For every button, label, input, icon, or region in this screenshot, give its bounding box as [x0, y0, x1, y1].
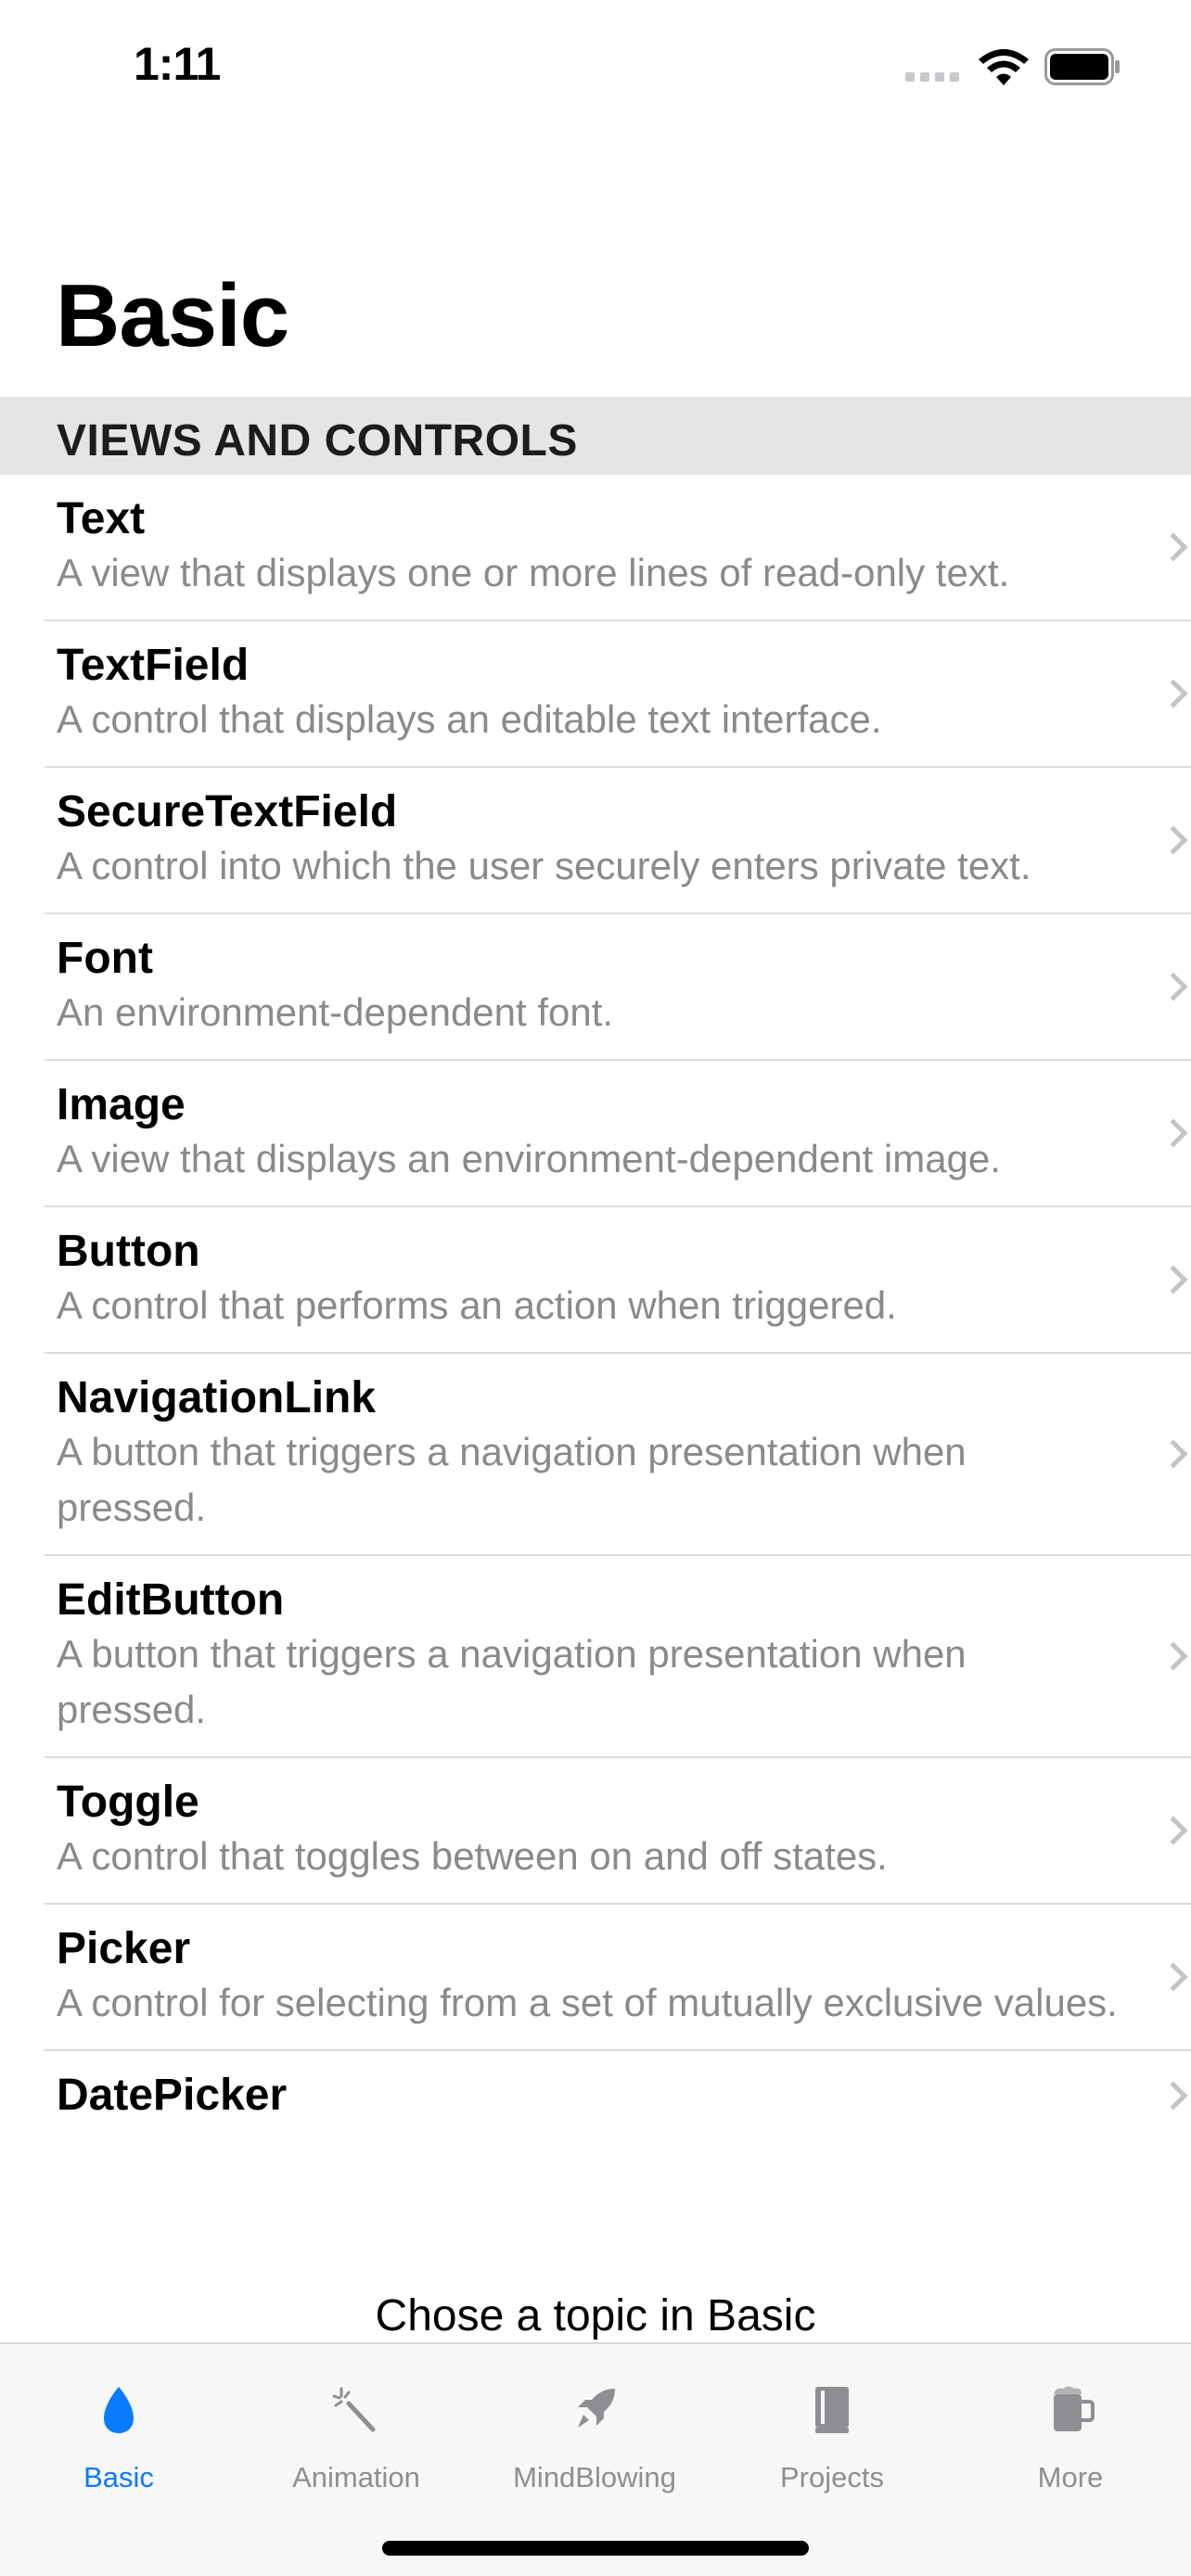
- screen: 1:11 Basic VIEWS AND CONTROLS Text A view…: [0, 0, 1191, 2576]
- list-item-title: Toggle: [57, 1778, 199, 1827]
- list-item-title: EditButton: [57, 1575, 285, 1625]
- home-indicator: [382, 2541, 809, 2556]
- list-item-description: A control into which the user securely e…: [57, 844, 1031, 887]
- cellular-signal-icon: [905, 72, 965, 83]
- tab-label: MindBlowing: [513, 2461, 676, 2493]
- list-item-description: A button that triggers a navigation pres…: [57, 1632, 967, 1731]
- list-item-content: EditButton A button that triggers a navig…: [0, 1556, 1191, 1756]
- chevron-right-icon: [1159, 1816, 1188, 1845]
- list-item-content: Image A view that displays an environment…: [0, 1061, 1191, 1205]
- list-item-description: A view that displays an environment-depe…: [57, 1137, 1001, 1180]
- battery-icon: [1044, 48, 1120, 85]
- section-header-label: VIEWS AND CONTROLS: [57, 416, 578, 465]
- list-item-content: Toggle A control that toggles between on …: [0, 1758, 1191, 1903]
- page-title: Basic: [56, 266, 289, 365]
- list-item[interactable]: DatePicker: [45, 2051, 1191, 2140]
- chevron-right-icon: [1159, 1118, 1188, 1148]
- list-item[interactable]: SecureTextField A control into which the …: [45, 768, 1191, 914]
- list-item-content: Font An environment-dependent font.: [0, 914, 1191, 1059]
- topic-list-content: Text A view that displays one or more lin…: [0, 475, 1191, 2140]
- list-item[interactable]: Picker A control for selecting from a set…: [45, 1905, 1191, 2051]
- list-item-content: NavigationLink A button that triggers a n…: [0, 1354, 1191, 1554]
- tab-label: Projects: [780, 2461, 884, 2493]
- list-item[interactable]: Toggle A control that toggles between on …: [45, 1758, 1191, 1905]
- list-item[interactable]: NavigationLink A button that triggers a n…: [45, 1354, 1191, 1556]
- chevron-right-icon: [1159, 1962, 1188, 1992]
- status-time: 1:11: [134, 38, 221, 90]
- chevron-right-icon: [1159, 825, 1188, 855]
- list-item-content: DatePicker: [0, 2051, 1191, 2140]
- list-item-description: A control that toggles between on and of…: [57, 1834, 888, 1878]
- list-item[interactable]: Image A view that displays an environment…: [45, 1061, 1191, 1207]
- book-icon: [815, 2387, 849, 2433]
- tab-projects[interactable]: Projects: [713, 2344, 951, 2502]
- list-item-title: Text: [57, 494, 146, 543]
- list-item-title: SecureTextField: [57, 787, 398, 836]
- tab-label: Basic: [83, 2461, 154, 2493]
- mug-icon: [1054, 2386, 1095, 2431]
- status-bar: 1:11: [0, 0, 1191, 139]
- drop-icon: [104, 2387, 134, 2433]
- list-item[interactable]: Font An environment-dependent font.: [45, 914, 1191, 1061]
- list-item-description: A view that displays one or more lines o…: [57, 551, 1010, 594]
- list-item[interactable]: Text A view that displays one or more lin…: [45, 475, 1191, 621]
- detail-placeholder-text: Chose a topic in Basic: [375, 2291, 816, 2340]
- list-item-title: Picker: [57, 1924, 191, 1973]
- list-item[interactable]: Button A control that performs an action …: [45, 1207, 1191, 1354]
- list-item-content: SecureTextField A control into which the …: [0, 768, 1191, 912]
- tab-animation[interactable]: Animation: [237, 2344, 475, 2502]
- tab-basic[interactable]: Basic: [0, 2344, 237, 2502]
- list-item-content: Button A control that performs an action …: [0, 1207, 1191, 1352]
- tab-mindblowing[interactable]: MindBlowing: [476, 2344, 713, 2502]
- list-item-description: A control for selecting from a set of mu…: [57, 1981, 1118, 2024]
- list-item-title: TextField: [57, 641, 250, 690]
- list-item-title: Button: [57, 1227, 200, 1276]
- tab-label: More: [1037, 2461, 1104, 2493]
- list-item-description: A button that triggers a navigation pres…: [57, 1430, 967, 1529]
- section-header: VIEWS AND CONTROLS: [0, 397, 1191, 475]
- chevron-right-icon: [1159, 679, 1188, 708]
- list-item-description: An environment-dependent font.: [57, 990, 614, 1034]
- chevron-right-icon: [1159, 1641, 1188, 1671]
- list-item-title: Font: [57, 934, 153, 983]
- list-item-title: NavigationLink: [57, 1373, 377, 1422]
- chevron-right-icon: [1159, 972, 1188, 1001]
- chevron-right-icon: [1159, 1265, 1188, 1294]
- magic-wand-icon: [332, 2387, 376, 2432]
- list-item-content: Text A view that displays one or more lin…: [0, 475, 1191, 619]
- chevron-right-icon: [1159, 2081, 1188, 2111]
- list-item-title: Image: [57, 1080, 186, 1129]
- list-item-content: Picker A control for selecting from a set…: [0, 1905, 1191, 2049]
- rocket-icon: [578, 2389, 615, 2428]
- list-item[interactable]: TextField A control that displays an edit…: [45, 621, 1191, 768]
- tab-bar: Basic Animation MindBlowing Projects Mor…: [0, 2342, 1191, 2576]
- chevron-right-icon: [1159, 532, 1188, 562]
- list-item-content: TextField A control that displays an edit…: [0, 621, 1191, 766]
- topic-list[interactable]: Text A view that displays one or more lin…: [0, 475, 1191, 2264]
- list-item-title: DatePicker: [57, 2071, 288, 2120]
- tab-more[interactable]: More: [952, 2344, 1189, 2502]
- list-item-description: A control that performs an action when t…: [57, 1283, 897, 1327]
- list-item-description: A control that displays an editable text…: [57, 697, 882, 741]
- wifi-icon: [979, 49, 1029, 85]
- list-item[interactable]: EditButton A button that triggers a navig…: [45, 1556, 1191, 1758]
- tab-label: Animation: [292, 2461, 420, 2493]
- chevron-right-icon: [1159, 1439, 1188, 1469]
